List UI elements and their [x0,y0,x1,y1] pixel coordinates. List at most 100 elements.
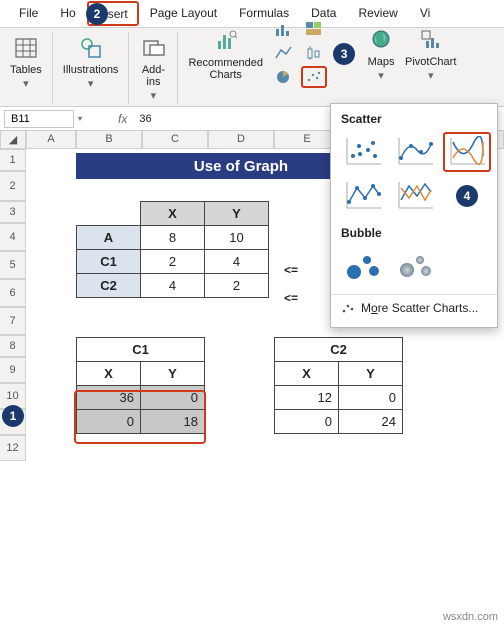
illustrations-button[interactable]: Illustrations ▾ [61,32,121,92]
row-header-5[interactable]: 5 [0,251,26,279]
maps-button[interactable]: Maps ▾ [365,24,397,84]
cell[interactable]: 36 [77,386,141,410]
col-header-a[interactable]: A [26,131,76,149]
row-header-1[interactable]: 1 [0,149,26,171]
scatter-small-icon [341,301,355,315]
c2-x: X [275,362,339,386]
chevron-down-icon: ▾ [428,70,434,82]
namebox-dropdown-icon[interactable]: ▾ [78,114,82,123]
col-y: Y [205,202,269,226]
row-header-12[interactable]: 12 [0,435,26,461]
recommended-chart-icon [212,27,240,55]
group-charts: Recommended Charts 3 Maps ▾ PivotChart ▾ [178,32,466,104]
group-tables: Tables ▾ [0,32,53,104]
formula-value[interactable]: 36 [133,113,157,125]
row-header-9[interactable]: 9 [0,357,26,383]
column-chart-button[interactable] [271,18,297,40]
chevron-down-icon: ▾ [151,90,157,102]
maps-label: Maps [368,56,395,68]
illustrations-label: Illustrations [63,64,119,76]
c1-x: X [77,362,141,386]
c1-title: C1 [77,338,205,362]
line-chart-button[interactable] [271,42,297,64]
bubble-option[interactable] [339,246,387,286]
cell[interactable]: 18 [141,410,205,434]
pie-chart-button[interactable] [271,66,297,88]
step-badge-2: 2 [86,3,108,25]
more-scatter-charts[interactable]: More Scatter Charts... [331,294,497,321]
main-xy-table: XY A810 C124 C242 [76,201,269,298]
hierarchy-chart-button[interactable] [301,18,327,40]
row-header-8[interactable]: 8 [0,335,26,357]
group-illustrations: Illustrations ▾ [53,32,130,104]
charts-group-label [321,76,324,92]
col-x: X [141,202,205,226]
addins-button[interactable]: Add- ins ▾ [137,32,169,104]
c1-table: C1 XY 360 018 [76,337,205,434]
row-a: A [77,226,141,250]
row-c1: C1 [77,250,141,274]
tab-home[interactable]: Ho [49,0,86,27]
step-badge-3: 3 [333,43,355,65]
cell[interactable]: 4 [141,274,205,298]
pivotchart-button[interactable]: PivotChart ▾ [403,24,458,84]
note-le-1: <= [284,263,298,277]
chevron-down-icon: ▾ [378,70,384,82]
tables-button[interactable]: Tables ▾ [8,32,44,92]
name-box[interactable] [4,110,74,128]
scatter-straight-lines-option[interactable] [391,176,439,216]
cell[interactable]: 0 [77,410,141,434]
col-header-b[interactable]: B [76,131,142,149]
tab-file[interactable]: File [8,0,49,27]
cell[interactable]: 0 [339,386,403,410]
row-headers: 1 2 3 4 5 6 7 8 9 10 11 12 [0,149,26,627]
watermark: wsxdn.com [443,611,498,623]
tables-label: Tables [10,64,42,76]
cell[interactable]: 0 [141,386,205,410]
c1-y: Y [141,362,205,386]
row-header-4[interactable]: 4 [0,223,26,251]
cell[interactable]: 2 [205,274,269,298]
pivotchart-label: PivotChart [405,56,456,68]
note-le-2: <= [284,291,298,305]
scatter-straight-markers-option[interactable] [339,176,387,216]
ribbon: Tables ▾ Illustrations ▾ Add- ins ▾ [0,28,504,107]
step-holder: 4 [443,176,491,216]
cell[interactable]: 0 [275,410,339,434]
col-header-c[interactable]: C [142,131,208,149]
row-header-3[interactable]: 3 [0,201,26,223]
addins-label: Add- ins [142,64,165,88]
chevron-down-icon: ▾ [23,78,29,90]
cell[interactable]: 10 [205,226,269,250]
scatter-smooth-markers-option[interactable] [391,132,439,172]
fx-icon[interactable]: fx [112,112,133,126]
scatter-dropdown: Scatter 4 Bubble More Scatter Charts... [330,103,498,328]
c2-table: C2 XY 120 024 [274,337,403,434]
cell[interactable]: 4 [205,250,269,274]
chevron-down-icon: ▾ [88,78,94,90]
row-header-2[interactable]: 2 [0,171,26,201]
stat-chart-button[interactable] [301,42,327,64]
row-header-7[interactable]: 7 [0,307,26,335]
tab-page-layout[interactable]: Page Layout [139,0,228,27]
cell[interactable]: 24 [339,410,403,434]
cell[interactable]: 2 [141,250,205,274]
globe-icon [367,26,395,54]
cell[interactable]: 8 [141,226,205,250]
bubble-3d-option[interactable] [391,246,439,286]
c2-y: Y [339,362,403,386]
more-label: More Scatter Charts... [361,301,478,315]
c2-title: C2 [275,338,403,362]
row-header-6[interactable]: 6 [0,279,26,307]
pivotchart-icon [417,26,445,54]
cell[interactable]: 12 [275,386,339,410]
scatter-smooth-lines-option[interactable] [443,132,491,172]
select-all-corner[interactable]: ◢ [0,131,26,149]
step-badge-4: 4 [456,185,478,207]
worksheet: ◢ A B C D E 1 2 3 4 5 6 7 8 9 10 11 12 U… [0,131,504,627]
scatter-markers-option[interactable] [339,132,387,172]
recommended-charts-button[interactable]: Recommended Charts [186,25,265,83]
scatter-section-label: Scatter [331,110,497,130]
table-icon [12,34,40,62]
col-header-d[interactable]: D [208,131,274,149]
